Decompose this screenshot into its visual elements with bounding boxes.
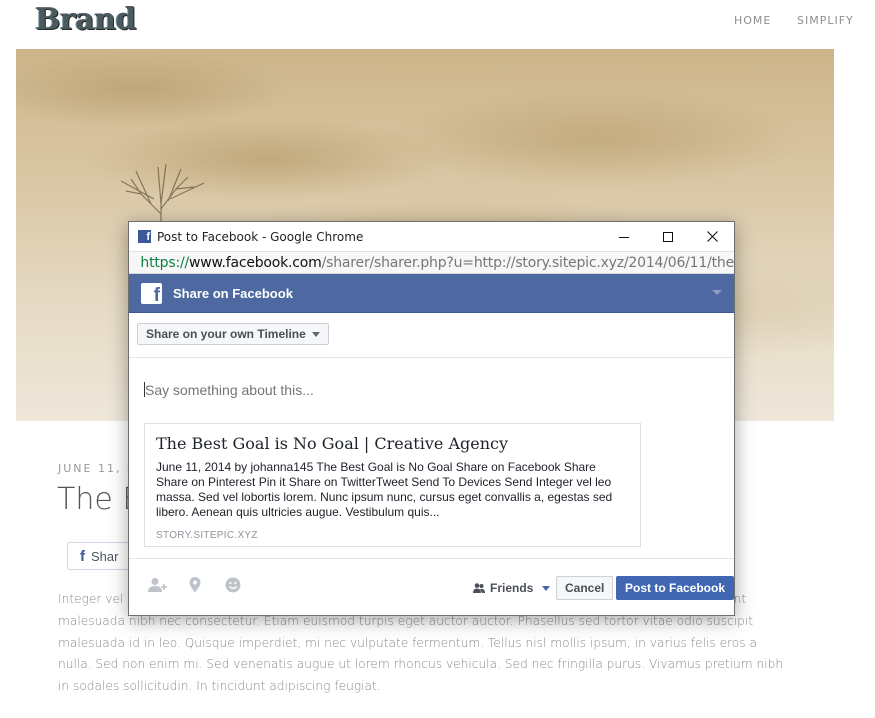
- url-scheme: https://: [140, 254, 189, 271]
- close-button[interactable]: [690, 222, 734, 251]
- maximize-icon: [663, 231, 673, 242]
- post-date: JUNE 11, 2: [58, 462, 136, 475]
- url-path: /sharer/sharer.php?u=http://story.sitepi…: [321, 254, 734, 271]
- share-target-row: Share on your own Timeline: [129, 313, 734, 358]
- header-chevron-down-icon[interactable]: [712, 290, 722, 295]
- facebook-icon: f: [80, 547, 85, 565]
- minimize-button[interactable]: [602, 222, 646, 251]
- chevron-down-icon: [311, 331, 320, 337]
- nav-home-link[interactable]: HOME: [734, 14, 771, 27]
- status-input[interactable]: [145, 380, 585, 400]
- facebook-share-popup: f Post to Facebook - Google Chrome https…: [128, 221, 735, 616]
- audience-selector[interactable]: Friends: [473, 581, 551, 595]
- share-target-select[interactable]: Share on your own Timeline: [137, 323, 329, 345]
- tag-friends-icon[interactable]: [148, 577, 168, 593]
- preview-domain: STORY.SITEPIC.XYZ: [156, 530, 258, 541]
- minimize-icon: [619, 236, 629, 238]
- preview-description: June 11, 2014 by johanna145 The Best Goa…: [156, 460, 613, 519]
- brand-logo[interactable]: Brand: [35, 2, 136, 37]
- link-preview-card[interactable]: The Best Goal is No Goal | Creative Agen…: [144, 423, 641, 547]
- share-button-label: Shar: [91, 548, 119, 564]
- facebook-logo-icon: f: [141, 282, 162, 305]
- preview-title: The Best Goal is No Goal | Creative Agen…: [156, 434, 509, 453]
- share-target-label: Share on your own Timeline: [146, 327, 306, 341]
- share-header-title: Share on Facebook: [173, 285, 293, 301]
- window-title: Post to Facebook - Google Chrome: [157, 229, 364, 244]
- audience-label: Friends: [490, 581, 534, 595]
- maximize-button[interactable]: [646, 222, 690, 251]
- feeling-emoji-icon[interactable]: [225, 577, 241, 593]
- address-bar[interactable]: https://www.facebook.com/sharer/sharer.p…: [129, 251, 734, 274]
- share-header: f Share on Facebook: [129, 274, 734, 313]
- share-footer: Friends Cancel Post to Facebook: [129, 558, 734, 615]
- post-to-facebook-button[interactable]: Post to Facebook: [616, 576, 734, 600]
- close-icon: [706, 231, 718, 242]
- url-host: www.facebook.com: [189, 254, 322, 271]
- facebook-favicon-icon: f: [138, 230, 151, 243]
- window-titlebar[interactable]: f Post to Facebook - Google Chrome: [129, 222, 734, 251]
- url-text: https://www.facebook.com/sharer/sharer.p…: [140, 255, 734, 271]
- nav-simplify-link[interactable]: SIMPLIFY: [797, 14, 854, 27]
- chevron-down-icon: [542, 585, 551, 591]
- location-pin-icon[interactable]: [189, 577, 201, 593]
- cancel-button[interactable]: Cancel: [556, 576, 614, 600]
- friends-icon: [473, 583, 485, 593]
